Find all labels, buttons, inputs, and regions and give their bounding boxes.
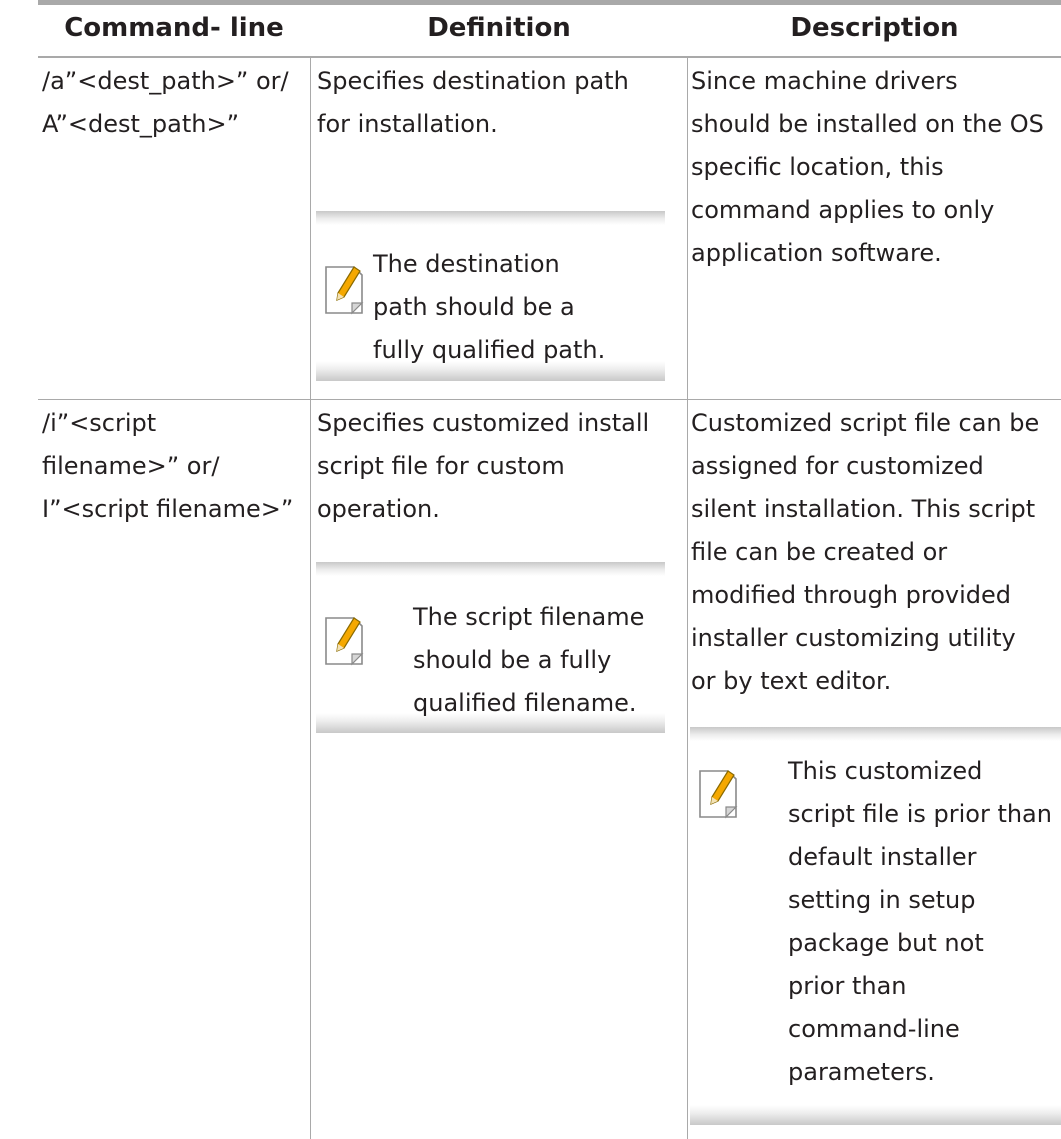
table-row-2-definition-note: The script filename should be a fully qu…	[316, 562, 665, 733]
table-row-1-definition: Specifies destination path for installat…	[317, 67, 629, 138]
header-rule	[38, 56, 1061, 58]
table-row-2-description-note: This customized script file is prior tha…	[690, 727, 1061, 1125]
table-row-1-definition-note: The destination path should be a fully q…	[316, 211, 665, 381]
table-row-2-description: Customized script file can be assigned f…	[691, 409, 1040, 695]
note-text: The destination path should be a fully q…	[373, 250, 606, 364]
table-row-2-command: /i”<script filename>” or/ I”<script file…	[42, 409, 294, 523]
row-divider	[38, 399, 1061, 400]
note-pencil-icon	[325, 617, 364, 666]
note-text: This customized script file is prior tha…	[788, 757, 1052, 1086]
note-pencil-icon	[699, 770, 738, 819]
column-divider-1	[310, 58, 311, 1139]
table-row-1-command: /a”<dest_path>” or/ A”<dest_path>”	[42, 67, 289, 138]
table-row-1-description: Since machine drivers should be installe…	[691, 67, 1044, 267]
header-command-line: Command- line	[64, 13, 284, 43]
table-top-rule	[38, 0, 1061, 5]
header-description: Description	[790, 13, 959, 43]
column-divider-2	[687, 58, 688, 1139]
table-row-2-definition: Specifies customized install script file…	[317, 409, 650, 523]
header-definition: Definition	[427, 13, 571, 43]
note-pencil-icon	[325, 266, 364, 315]
note-text: The script filename should be a fully qu…	[413, 603, 645, 717]
